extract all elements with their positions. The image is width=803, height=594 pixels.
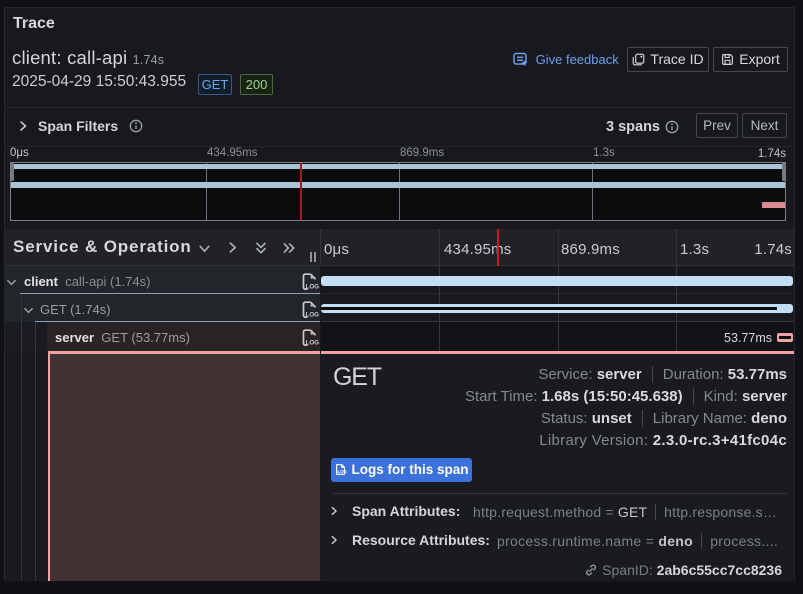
svg-text:LOG: LOG [305, 340, 318, 347]
svg-text:LOG: LOG [305, 284, 318, 291]
svg-text:LOG: LOG [338, 469, 348, 474]
svg-text:LOG: LOG [305, 312, 318, 319]
